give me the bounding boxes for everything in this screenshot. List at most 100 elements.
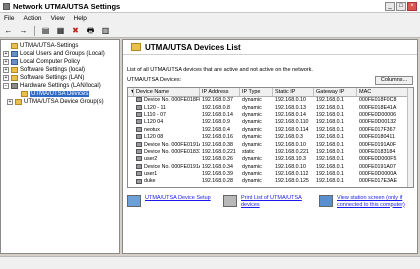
table-row[interactable]: duke 192.168.0.28 dynamic 192.168.0.125 192.… — [128, 178, 413, 185]
back-icon[interactable]: ← — [3, 26, 14, 36]
table-row[interactable]: L120 08 192.168.0.16 dynamic 192.168.0.3 192… — [128, 134, 413, 141]
print-icon[interactable]: 🖶 — [85, 26, 96, 36]
table-row[interactable]: Device No. 000FE0183184192.168.0.221stat… — [128, 149, 413, 156]
device-icon — [136, 97, 142, 103]
cell-text: 192.168.0.34 — [202, 163, 233, 170]
cell-text: 000FE0183184 — [359, 148, 396, 155]
cell-static-ip: 192.168.0.114 — [273, 127, 314, 134]
tree-item-devices[interactable]: UTMA/UTSA Devices — [3, 90, 117, 98]
cell-device-name: L120 - 11 — [134, 105, 200, 112]
properties-icon[interactable]: ▥ — [100, 26, 111, 36]
monitor-icon — [127, 195, 141, 207]
expand-icon[interactable]: + — [3, 67, 9, 73]
cell-ip-type: dynamic — [240, 119, 273, 126]
table-row[interactable]: user1 192.168.0.39 dynamic 192.168.0.112 192… — [128, 171, 413, 178]
print-list-link[interactable]: Print List of UTMA/UTSA devices — [223, 195, 319, 227]
cell-static-ip: 192.168.0.125 — [273, 178, 314, 185]
cell-text: 000FE018F0C8 — [359, 97, 397, 104]
cell-ip-address: 192.168.0.8 — [200, 105, 240, 112]
tree-item-local-users[interactable]: + Local Users and Groups (Local) — [3, 50, 117, 58]
cell-gateway-ip: 192.168.0.1 — [314, 171, 357, 178]
table-row[interactable]: user2 192.168.0.26 dynamic 192.168.10.3 192.… — [128, 156, 413, 163]
tree-item-hardware[interactable]: − Hardware Settings (LAN/local) — [3, 82, 117, 90]
column-header-ip-type[interactable]: IP Type — [240, 88, 273, 96]
maximize-button[interactable]: □ — [396, 2, 406, 11]
cell-ip-address: 192.168.0.221 — [200, 149, 240, 156]
cell-static-ip: 192.168.0.10 — [273, 164, 314, 171]
devices-list[interactable]: ▼ Device Name IP Address IP Type Static … — [127, 87, 414, 188]
expand-icon[interactable]: + — [7, 99, 13, 105]
cell-text: neotux — [144, 126, 160, 133]
tree-item-software-lan[interactable]: + Software Settings (LAN) — [3, 74, 117, 82]
column-header-device-name[interactable]: Device Name — [134, 88, 200, 96]
tree-item-device-groups[interactable]: + UTMA/UTSA Device Group(s) — [3, 98, 117, 106]
table-row[interactable]: L110 - 07 192.168.0.14 dynamic 192.168.0.14… — [128, 112, 413, 119]
columns-button[interactable]: Columns... — [375, 76, 413, 85]
cell-ip-address: 192.168.0.28 — [200, 178, 240, 185]
vertical-scrollbar[interactable] — [407, 88, 413, 187]
cell-text: 192.168.0.8 — [202, 104, 230, 111]
tree-item-label: Software Settings (LAN) — [20, 75, 85, 81]
device-setup-link-label[interactable]: UTMA/UTSA Device Setup — [145, 195, 211, 202]
cell-device-name: neotux — [134, 127, 200, 134]
device-icon — [136, 134, 142, 140]
minimize-button[interactable]: _ — [385, 2, 395, 11]
cell-gateway-ip: 192.168.0.1 — [314, 156, 357, 163]
table-row[interactable]: L120 04 192.168.0.9 dynamic 192.168.0.110 19… — [128, 119, 413, 126]
table-row[interactable]: Device No. 000FE018F0C8192.168.0.37 dynam… — [128, 97, 413, 104]
tree-item-local-policy[interactable]: + Local Computer Policy — [3, 58, 117, 66]
expand-icon[interactable]: + — [3, 51, 9, 57]
cell-text: L110 - 07 — [144, 111, 166, 118]
cell-ip-type: dynamic — [240, 105, 273, 112]
tree-item-software-local[interactable]: + Software Settings (local) — [3, 66, 117, 74]
expand-icon[interactable]: + — [3, 59, 9, 65]
grid-icon[interactable]: ▦ — [55, 26, 66, 36]
view-station-link-label[interactable]: View station screen (only if connected t… — [337, 195, 415, 208]
device-setup-link[interactable]: UTMA/UTSA Device Setup — [127, 195, 223, 227]
folder-icon — [131, 43, 141, 51]
table-row[interactable]: Device No. 000FE0191A0F192.168.0.38 dynam… — [128, 141, 413, 148]
cell-text: 192.168.0.39 — [202, 171, 233, 178]
cell-text: 192.168.0.1 — [316, 156, 344, 163]
tree-root[interactable]: UTMA/UTSA-Settings — [3, 42, 117, 50]
menu-file[interactable]: File — [4, 15, 14, 22]
cell-ip-type: dynamic — [240, 164, 273, 171]
users-icon — [11, 51, 18, 57]
column-header-mac[interactable]: MAC — [357, 88, 413, 96]
delete-icon[interactable]: ✖ — [70, 26, 81, 36]
column-header-ip-address[interactable]: IP Address — [200, 88, 240, 96]
cell-ip-address: 192.168.0.39 — [200, 171, 240, 178]
cell-text: dynamic — [242, 171, 262, 178]
toolbar-separator — [34, 25, 35, 36]
cell-ip-type: dynamic — [240, 134, 273, 141]
table-row[interactable]: neotux 192.168.0.4 dynamic 192.168.0.114 192… — [128, 127, 413, 134]
cell-text: L120 - 11 — [144, 104, 166, 111]
table-row[interactable]: L120 - 11 192.168.0.8 dynamic 192.168.0.13 1… — [128, 104, 413, 111]
cell-ip-type: dynamic — [240, 156, 273, 163]
menu-view[interactable]: View — [51, 15, 65, 22]
device-icon — [136, 171, 142, 177]
print-list-link-label[interactable]: Print List of UTMA/UTSA devices — [241, 195, 319, 208]
cell-device-name: user2 — [134, 156, 200, 163]
close-button[interactable]: × — [407, 2, 417, 11]
show-tree-icon[interactable]: ▤ — [40, 26, 51, 36]
cell-text: dynamic — [242, 141, 262, 148]
device-icon — [136, 141, 142, 147]
column-header-static-ip[interactable]: Static IP — [273, 88, 314, 96]
expand-icon[interactable]: + — [3, 75, 9, 81]
cell-text: 192.168.0.13 — [275, 104, 306, 111]
forward-icon[interactable]: → — [18, 26, 29, 36]
table-row[interactable]: Device No. 000FE0191A07192.168.0.34 dynam… — [128, 164, 413, 171]
cell-text: 192.168.0.1 — [316, 171, 344, 178]
menu-action[interactable]: Action — [23, 15, 41, 22]
view-station-link[interactable]: View station screen (only if connected t… — [319, 195, 415, 227]
menu-help[interactable]: Help — [74, 15, 87, 22]
column-header-gateway-ip[interactable]: Gateway IP — [314, 88, 357, 96]
cell-gateway-ip: 192.168.0.1 — [314, 134, 357, 141]
collapse-icon[interactable]: − — [3, 83, 9, 89]
panel-description: List of all UTMA/UTSA devices that are a… — [127, 67, 313, 73]
cell-text: 000FE0D000F5 — [359, 156, 397, 163]
cell-text: 192.168.0.26 — [202, 156, 233, 163]
tree-item-label: Local Computer Policy — [20, 59, 81, 65]
tree-item-label: UTMA/UTSA Devices — [30, 91, 90, 97]
